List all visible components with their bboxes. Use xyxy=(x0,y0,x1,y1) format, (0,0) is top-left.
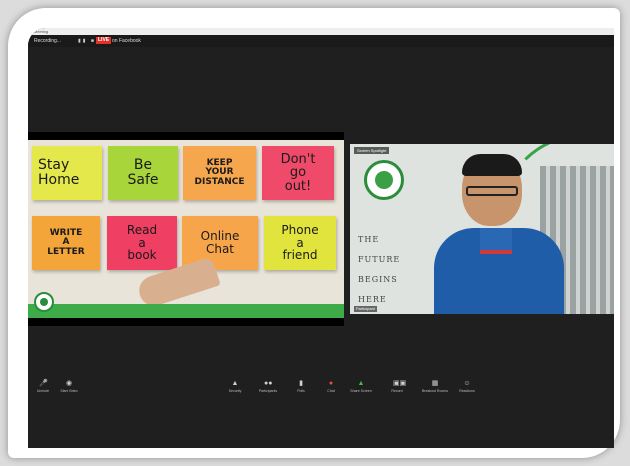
sticky-note: Stay Home xyxy=(32,146,102,200)
school-logo-icon xyxy=(34,292,54,312)
participant-name: Participant xyxy=(354,306,377,312)
sticky-note: KEEP YOUR DISTANCE xyxy=(183,146,256,200)
speaker-hair xyxy=(462,154,522,176)
slogan-line: THE xyxy=(358,235,380,244)
chat-label: Chat xyxy=(327,389,335,393)
sticky-note: Don't go out! xyxy=(262,146,334,200)
recording-status: Recording... xyxy=(34,38,61,44)
reactions-label: Reactions xyxy=(459,389,475,393)
record-icon: ▣▣ xyxy=(393,380,407,387)
share-screen-label: Share Screen xyxy=(350,389,372,393)
sticky-note: Read a book xyxy=(107,216,177,270)
speaker xyxy=(434,154,564,314)
sticky-note-board: Stay Home Be Safe KEEP YOUR DISTANCE Don… xyxy=(28,140,344,310)
meeting-window: Meeting Recording... ▮▮ ■ LIVE on Facebo… xyxy=(28,28,614,448)
share-screen-button[interactable]: ▲ Share Screen xyxy=(346,380,376,394)
speaker-collar xyxy=(480,228,512,254)
breakout-rooms-button[interactable]: ▦ Breakout Rooms xyxy=(420,380,450,394)
shared-screen: Stay Home Be Safe KEEP YOUR DISTANCE Don… xyxy=(28,132,344,326)
sticky-note: Phone a friend xyxy=(264,216,336,270)
speaker-video[interactable]: THE FUTURE BEGINS HERE Screen Spotlight … xyxy=(350,144,614,314)
breakout-rooms-icon: ▦ xyxy=(431,380,439,387)
start-video-label: Start Video xyxy=(60,389,78,393)
share-screen-icon: ▲ xyxy=(357,380,365,387)
window-title: Meeting xyxy=(34,29,49,34)
slogan-line: FUTURE xyxy=(358,255,401,264)
reactions-button[interactable]: ☺ Reactions xyxy=(452,380,482,394)
polls-button[interactable]: ▮ Polls xyxy=(286,380,316,394)
breakout-rooms-label: Breakout Rooms xyxy=(421,389,449,393)
sticky-note: Be Safe xyxy=(108,146,178,200)
meeting-controls: 🎤 Unmute ◉ Start Video ▲ Security ●● Par… xyxy=(28,380,614,400)
slogan: THE FUTURE BEGINS HERE xyxy=(358,230,418,310)
live-target[interactable]: on Facebook xyxy=(112,38,141,44)
participants-button[interactable]: ●● Participants xyxy=(253,380,283,394)
pause-icon[interactable]: ▮▮ xyxy=(78,38,88,44)
meeting-top-bar: Recording... ▮▮ ■ LIVE on Facebook xyxy=(28,35,614,47)
spotlight-label: Screen Spotlight xyxy=(354,147,390,154)
school-seal-icon xyxy=(364,160,404,200)
recording-controls[interactable]: ▮▮ ■ xyxy=(78,38,96,44)
participants-label: Participants xyxy=(258,389,278,393)
polls-icon: ▮ xyxy=(299,380,303,387)
start-video-button[interactable]: ◉ Start Video xyxy=(54,380,84,394)
polls-label: Polls xyxy=(297,389,305,393)
record-label: Record xyxy=(391,389,403,393)
title-bar: Meeting xyxy=(28,28,614,35)
microphone-icon: 🎤 xyxy=(39,380,48,387)
chat-button[interactable]: ● Chat xyxy=(316,380,346,394)
speaker-glasses xyxy=(466,186,518,196)
video-camera-icon: ◉ xyxy=(65,380,73,387)
security-label: Security xyxy=(228,389,242,393)
participants-icon: ●● xyxy=(264,380,273,387)
chat-icon: ● xyxy=(328,380,334,387)
record-button[interactable]: ▣▣ Record xyxy=(382,380,412,394)
sticky-note: WRITE A LETTER xyxy=(32,216,100,270)
live-badge[interactable]: LIVE xyxy=(96,37,112,44)
green-banner xyxy=(28,304,344,318)
slogan-line: BEGINS xyxy=(358,275,398,284)
reactions-icon: ☺ xyxy=(463,380,471,387)
security-button[interactable]: ▲ Security xyxy=(220,380,250,394)
shield-icon: ▲ xyxy=(231,380,239,387)
